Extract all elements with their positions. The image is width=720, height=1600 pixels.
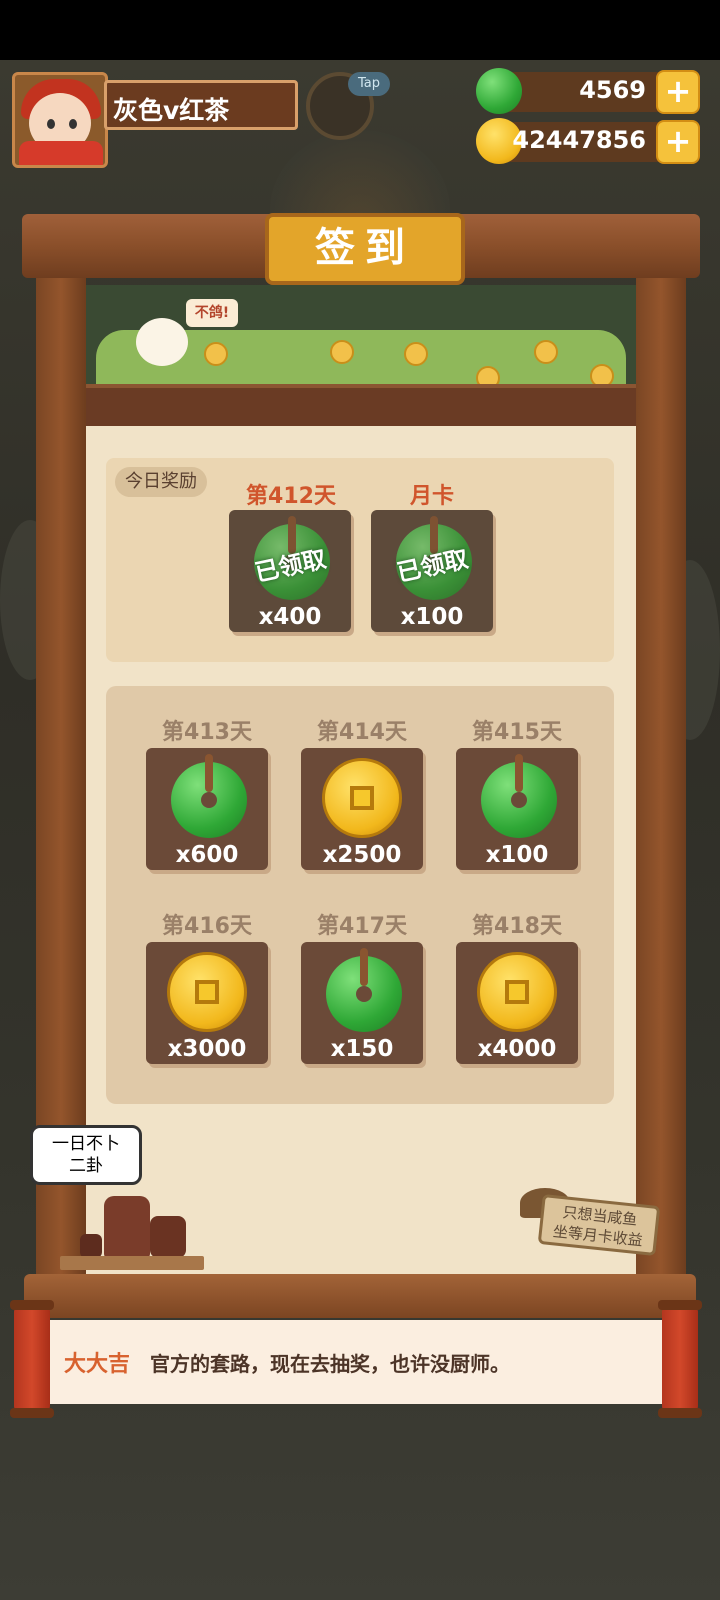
avatar-eye <box>47 119 55 129</box>
fortune-label: 大大吉 <box>64 1352 131 1377</box>
coin-counter: 42447856 + <box>476 118 700 164</box>
day-label: 第413天 <box>162 720 252 745</box>
scroll-roller-right <box>658 1300 702 1418</box>
day-label: 第415天 <box>472 720 562 745</box>
monthly-card-reward[interactable]: 已领取 x100 <box>371 510 493 632</box>
day-label: 第416天 <box>162 914 252 939</box>
reward-card[interactable]: x2500 <box>301 748 423 870</box>
status-bar <box>0 0 720 60</box>
reward-count: x150 <box>330 1036 394 1062</box>
jade-value: 4569 <box>579 76 646 104</box>
today-day-label: 第412天 <box>246 484 336 509</box>
speech-line-1: 一日不卜 <box>52 1134 120 1154</box>
day-label: 第414天 <box>317 720 407 745</box>
reward-count: x100 <box>400 604 464 630</box>
player-name: 灰色v红茶 <box>113 96 230 125</box>
jade-icon <box>481 754 557 838</box>
tap-label: Tap <box>348 72 390 96</box>
flower-icon <box>330 340 354 364</box>
flower-icon <box>534 340 558 364</box>
coin-icon <box>322 758 402 838</box>
reward-card[interactable]: x4000 <box>456 942 578 1064</box>
avatar-coat <box>19 141 103 165</box>
chick-character <box>136 318 188 366</box>
reward-count: x4000 <box>477 1036 557 1062</box>
today-reward-card[interactable]: 已领取 x400 <box>229 510 351 632</box>
flower-icon <box>404 342 428 366</box>
reward-card[interactable]: x600 <box>146 748 268 870</box>
player-avatar[interactable] <box>12 72 108 168</box>
fortune-jars[interactable] <box>60 1190 204 1270</box>
tap-button[interactable]: Tap <box>306 72 390 140</box>
coin-value: 42447856 <box>512 126 646 154</box>
jade-icon <box>476 68 522 114</box>
reward-card[interactable]: x100 <box>456 748 578 870</box>
jade-counter: 4569 + <box>476 68 700 114</box>
day-label: 第418天 <box>472 914 562 939</box>
avatar-eye <box>69 119 77 129</box>
scroll-roller-left <box>10 1300 54 1418</box>
reward-count: x2500 <box>322 842 402 868</box>
coin-icon <box>167 952 247 1032</box>
chick-speech: 不鸽! <box>186 299 238 327</box>
add-jade-button[interactable]: + <box>656 70 700 114</box>
player-name-box[interactable]: 灰色v红茶 <box>104 80 298 130</box>
reward-card[interactable]: x150 <box>301 942 423 1064</box>
jade-icon <box>171 754 247 838</box>
day-label: 第417天 <box>317 914 407 939</box>
reward-count: x600 <box>175 842 239 868</box>
frame-right-post <box>636 270 686 1280</box>
coin-icon <box>477 952 557 1032</box>
fortune-text: 官方的套路，现在去抽奖，也许没厨师。 <box>150 1352 510 1376</box>
page-title: 签到 <box>265 213 465 285</box>
jade-icon <box>326 948 402 1032</box>
reward-card[interactable]: x3000 <box>146 942 268 1064</box>
reward-count: x3000 <box>167 1036 247 1062</box>
flower-icon <box>204 342 228 366</box>
today-rewards-tag: 今日奖励 <box>115 467 207 497</box>
speech-line-2: 二卦 <box>69 1156 103 1176</box>
fortune-scroll-beam <box>24 1274 696 1318</box>
reward-count: x400 <box>258 604 322 630</box>
add-coin-button[interactable]: + <box>656 120 700 164</box>
reward-count: x100 <box>485 842 549 868</box>
fortune-teller-speech: 一日不卜 二卦 <box>30 1125 142 1185</box>
monthly-card-label: 月卡 <box>409 484 454 509</box>
garden-fence <box>86 384 636 426</box>
